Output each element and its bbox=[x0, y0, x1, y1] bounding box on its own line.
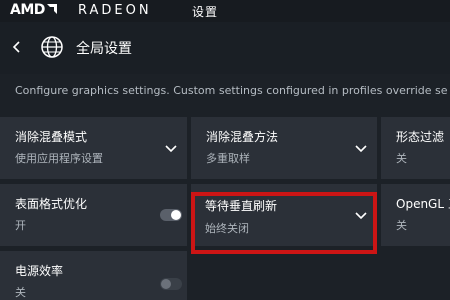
surface-format-optimization-toggle[interactable]: 表面格式优化 开 bbox=[0, 184, 187, 246]
top-bar: AMD RADEON 设置 bbox=[0, 0, 450, 22]
toggle-knob bbox=[171, 210, 181, 220]
page-description: Configure graphics settings. Custom sett… bbox=[15, 84, 448, 97]
morphological-filtering-toggle[interactable]: 形态过滤 关 bbox=[381, 117, 450, 179]
antialiasing-mode-dropdown[interactable]: 消除混叠模式 使用应用程序设置 bbox=[0, 117, 187, 179]
antialiasing-method-dropdown[interactable]: 消除混叠方法 多重取样 bbox=[191, 117, 377, 179]
nav-row: 全局设置 bbox=[0, 22, 450, 74]
globe-icon bbox=[41, 36, 63, 58]
tile-label: 表面格式优化 bbox=[15, 197, 88, 211]
highlight-box bbox=[191, 192, 377, 254]
tile-label: 消除混叠模式 bbox=[15, 130, 88, 144]
chevron-down-icon bbox=[355, 145, 367, 153]
tile-label: OpenGL 三 bbox=[396, 197, 450, 211]
chevron-down-icon bbox=[165, 145, 177, 153]
toggle-knob bbox=[161, 279, 171, 289]
tile-label: 形态过滤 bbox=[396, 130, 445, 144]
tile-value: 开 bbox=[15, 219, 26, 232]
opengl-triple-buffering-toggle[interactable]: OpenGL 三 关 bbox=[381, 184, 450, 246]
tile-label: 消除混叠方法 bbox=[206, 130, 279, 144]
amd-logo: AMD bbox=[10, 2, 45, 18]
tile-value: 多重取样 bbox=[206, 152, 250, 165]
tile-value: 关 bbox=[396, 219, 407, 232]
tile-value: 使用应用程序设置 bbox=[15, 152, 103, 165]
tile-label: 电源效率 bbox=[15, 264, 64, 278]
page-title: 全局设置 bbox=[76, 41, 132, 57]
power-efficiency-toggle[interactable]: 电源效率 关 bbox=[0, 251, 187, 300]
toggle-switch[interactable] bbox=[160, 278, 182, 290]
tile-value: 关 bbox=[15, 286, 26, 299]
radeon-logo: RADEON bbox=[78, 3, 152, 18]
app-section-title: 设置 bbox=[192, 5, 219, 19]
amd-arrow-icon bbox=[47, 4, 57, 14]
tile-value: 关 bbox=[396, 152, 407, 165]
toggle-switch[interactable] bbox=[160, 209, 182, 221]
chevron-left-icon[interactable] bbox=[8, 37, 26, 57]
